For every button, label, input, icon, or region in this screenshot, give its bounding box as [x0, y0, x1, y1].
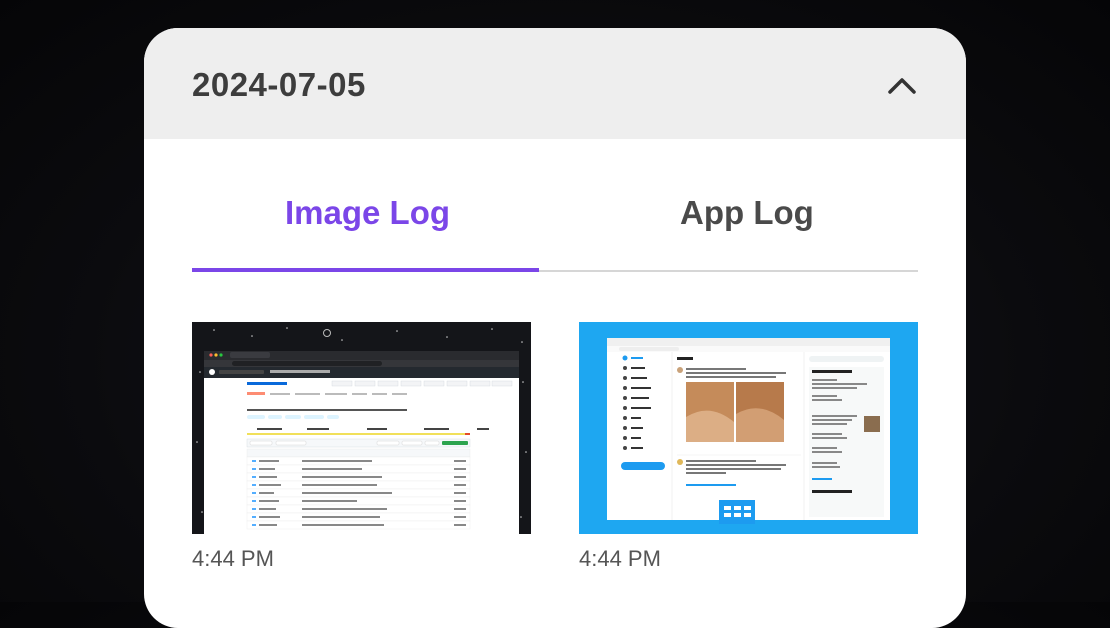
entry-timestamp: 4:44 PM: [192, 546, 274, 571]
chevron-up-icon[interactable]: [882, 66, 922, 106]
active-tab-indicator: [192, 268, 539, 272]
log-card: 2024-07-05 Image Log App Log 4:44 PM 4:4…: [144, 28, 966, 628]
date-header[interactable]: 2024-07-05: [144, 28, 966, 139]
entry-timestamp: 4:44 PM: [579, 546, 661, 571]
screenshot-thumbnail-twitter[interactable]: [579, 322, 918, 534]
screenshot-thumbnail-github[interactable]: [192, 322, 531, 534]
tab-image-log[interactable]: Image Log: [285, 194, 450, 232]
tab-app-log[interactable]: App Log: [680, 194, 814, 232]
date-label: 2024-07-05: [192, 66, 366, 103]
log-tabs: Image Log App Log: [192, 139, 918, 272]
